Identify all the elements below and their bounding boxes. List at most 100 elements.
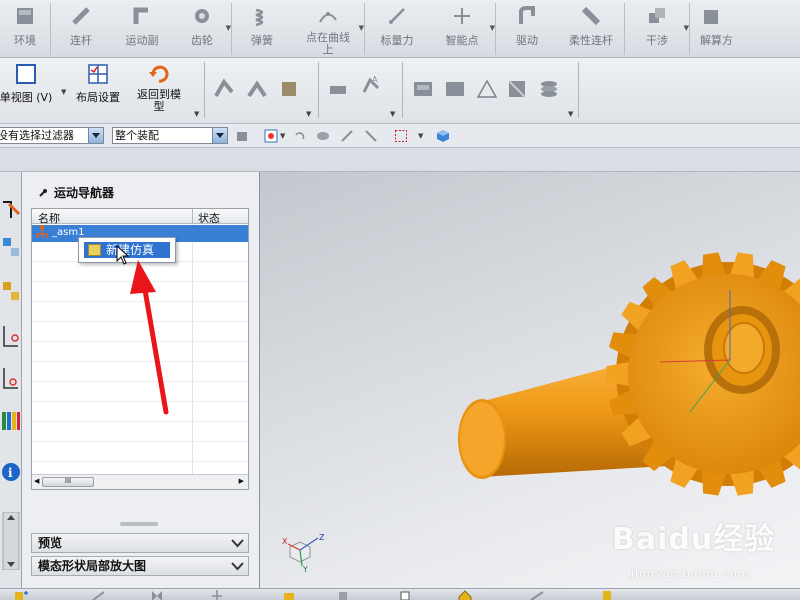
divider	[318, 62, 319, 118]
link-button[interactable]: 连杆	[51, 0, 111, 58]
layout-settings-button[interactable]: 布局设置	[70, 62, 126, 105]
smart-point-icon	[454, 8, 470, 24]
chevron-down-icon[interactable]	[212, 128, 227, 143]
spring-button[interactable]: 弹簧	[232, 0, 292, 58]
mirror-icon[interactable]	[150, 590, 164, 600]
scroll-right-icon[interactable]: ▶	[239, 477, 244, 485]
part-icon[interactable]	[600, 590, 614, 600]
new-icon[interactable]	[14, 590, 28, 600]
horizontal-scrollbar[interactable]: ◀ III ▶	[32, 474, 248, 489]
mode-shape-zoom-section[interactable]: 模态形状局部放大图	[31, 556, 249, 576]
flexible-link-button[interactable]: 柔性连杆	[558, 0, 624, 58]
add-component-icon[interactable]	[282, 590, 296, 600]
chevron-down-icon[interactable]	[229, 558, 246, 574]
stack-icon[interactable]	[538, 78, 560, 100]
cube-icon[interactable]	[436, 129, 450, 143]
dropdown-arrow-icon[interactable]: ▼	[194, 110, 199, 118]
return-to-model-icon	[149, 65, 169, 83]
return-to-model-button[interactable]: 返回到模 型	[130, 62, 188, 113]
select-feature-icon[interactable]	[264, 129, 278, 143]
linkage-icon[interactable]	[214, 78, 236, 100]
layout-settings-icon	[88, 64, 108, 84]
divider	[192, 224, 193, 474]
solver-icon	[704, 10, 718, 24]
dropdown-arrow-icon[interactable]: ▼	[226, 24, 231, 32]
divider	[578, 62, 579, 118]
flexible-link-icon	[581, 6, 601, 26]
vertical-scrollbar[interactable]	[1, 512, 21, 570]
chevron-down-icon[interactable]	[88, 128, 103, 143]
environment-button[interactable]: 环境	[0, 0, 50, 58]
chevron-down-icon[interactable]	[229, 535, 246, 551]
undo-arrow-icon[interactable]	[292, 129, 306, 143]
ribbon-top: 环境 连杆 运动副 齿轮 ▼ 弹簧 点在曲线上 ▼ 标量力 智能点 ▼ 驱动 柔…	[0, 0, 800, 58]
selection-scope-dropdown[interactable]: 整个装配	[112, 127, 228, 144]
trace-icon[interactable]: A	[360, 74, 382, 96]
part-navigator-tab-icon[interactable]	[1, 234, 21, 262]
column-name-header[interactable]: 名称	[38, 210, 60, 226]
driver-icon	[519, 6, 535, 24]
annotation-arrow	[130, 260, 169, 415]
mechanism-icon[interactable]	[246, 78, 268, 100]
gear-button[interactable]: 齿轮 ▼	[173, 0, 231, 58]
resource-bar: i	[0, 172, 22, 588]
snap-point-icon[interactable]	[364, 129, 378, 143]
dropdown-arrow-icon[interactable]: ▼	[568, 110, 573, 118]
bottom-toolbar	[0, 588, 800, 600]
column-status-header[interactable]: 状态	[198, 210, 220, 226]
align-icon[interactable]	[398, 590, 412, 600]
single-view-icon	[16, 64, 36, 84]
motion-navigator-tab-icon[interactable]	[1, 196, 21, 224]
dropdown-arrow-icon[interactable]: ▼	[490, 24, 495, 32]
triangle-icon[interactable]	[476, 78, 498, 100]
navigator-title: 运动导航器	[54, 186, 115, 200]
export-icon[interactable]	[412, 78, 434, 100]
toolbar-strip	[0, 148, 800, 172]
library-books-tab-icon[interactable]	[1, 406, 21, 434]
measure-icon[interactable]	[328, 78, 350, 100]
joint-button[interactable]: 运动副	[111, 0, 173, 58]
reuse-library-tab-icon[interactable]	[1, 364, 21, 392]
graph-icon[interactable]	[444, 78, 466, 100]
selection-filter-dropdown[interactable]: 没有选择过滤器	[0, 127, 104, 144]
divider	[192, 209, 193, 224]
ribbon-view: 单视图 (V) ▼ 布局设置 返回到模 型 ▼ ▼ A ▼ ▼	[0, 58, 800, 124]
dropdown-arrow-icon[interactable]: ▼	[306, 110, 311, 118]
snap-icon[interactable]	[340, 129, 354, 143]
point-on-curve-button[interactable]: 点在曲线上 ▼	[292, 0, 364, 58]
axis-y-label: Y	[302, 565, 308, 574]
dropdown-arrow-icon[interactable]: ▼	[359, 24, 364, 32]
dropdown-arrow-icon[interactable]: ▼	[390, 110, 395, 118]
dropdown-arrow-icon[interactable]: ▼	[61, 88, 66, 96]
move-icon[interactable]	[92, 590, 106, 600]
assembly-icon[interactable]	[236, 129, 250, 143]
preview-section[interactable]: 预览	[31, 533, 249, 553]
route-icon[interactable]	[530, 590, 544, 600]
component-icon[interactable]	[316, 129, 330, 143]
dropdown-arrow-icon[interactable]: ▼	[280, 132, 285, 140]
assembly-navigator-tab-icon[interactable]	[1, 278, 21, 306]
box-select-icon[interactable]	[394, 129, 408, 143]
single-view-button[interactable]: 单视图 (V)	[0, 62, 52, 105]
scalar-force-button[interactable]: 标量力	[365, 0, 429, 58]
dropdown-arrow-icon[interactable]: ▼	[418, 132, 423, 140]
joint-icon	[133, 7, 148, 24]
package-icon[interactable]	[506, 78, 528, 100]
constraint-icon[interactable]	[336, 590, 350, 600]
info-tab-icon[interactable]: i	[1, 458, 21, 486]
home-icon[interactable]	[458, 590, 472, 600]
panel-splitter[interactable]	[120, 522, 158, 526]
scroll-left-icon[interactable]: ◀	[34, 477, 39, 485]
scrollbar-thumb[interactable]: III	[42, 477, 94, 487]
scalar-force-icon	[389, 8, 405, 24]
interference-button[interactable]: 干涉 ▼	[625, 0, 689, 58]
solver-button[interactable]: 解算方	[690, 0, 740, 58]
dropdown-arrow-icon[interactable]: ▼	[684, 24, 689, 32]
body-icon[interactable]	[278, 78, 300, 100]
pin-icon[interactable]	[38, 188, 48, 198]
driver-button[interactable]: 驱动	[496, 0, 558, 58]
position-icon[interactable]	[210, 590, 224, 600]
column-header: 名称 状态	[32, 209, 248, 226]
constraint-navigator-tab-icon[interactable]	[1, 322, 21, 350]
smart-point-button[interactable]: 智能点 ▼	[429, 0, 495, 58]
